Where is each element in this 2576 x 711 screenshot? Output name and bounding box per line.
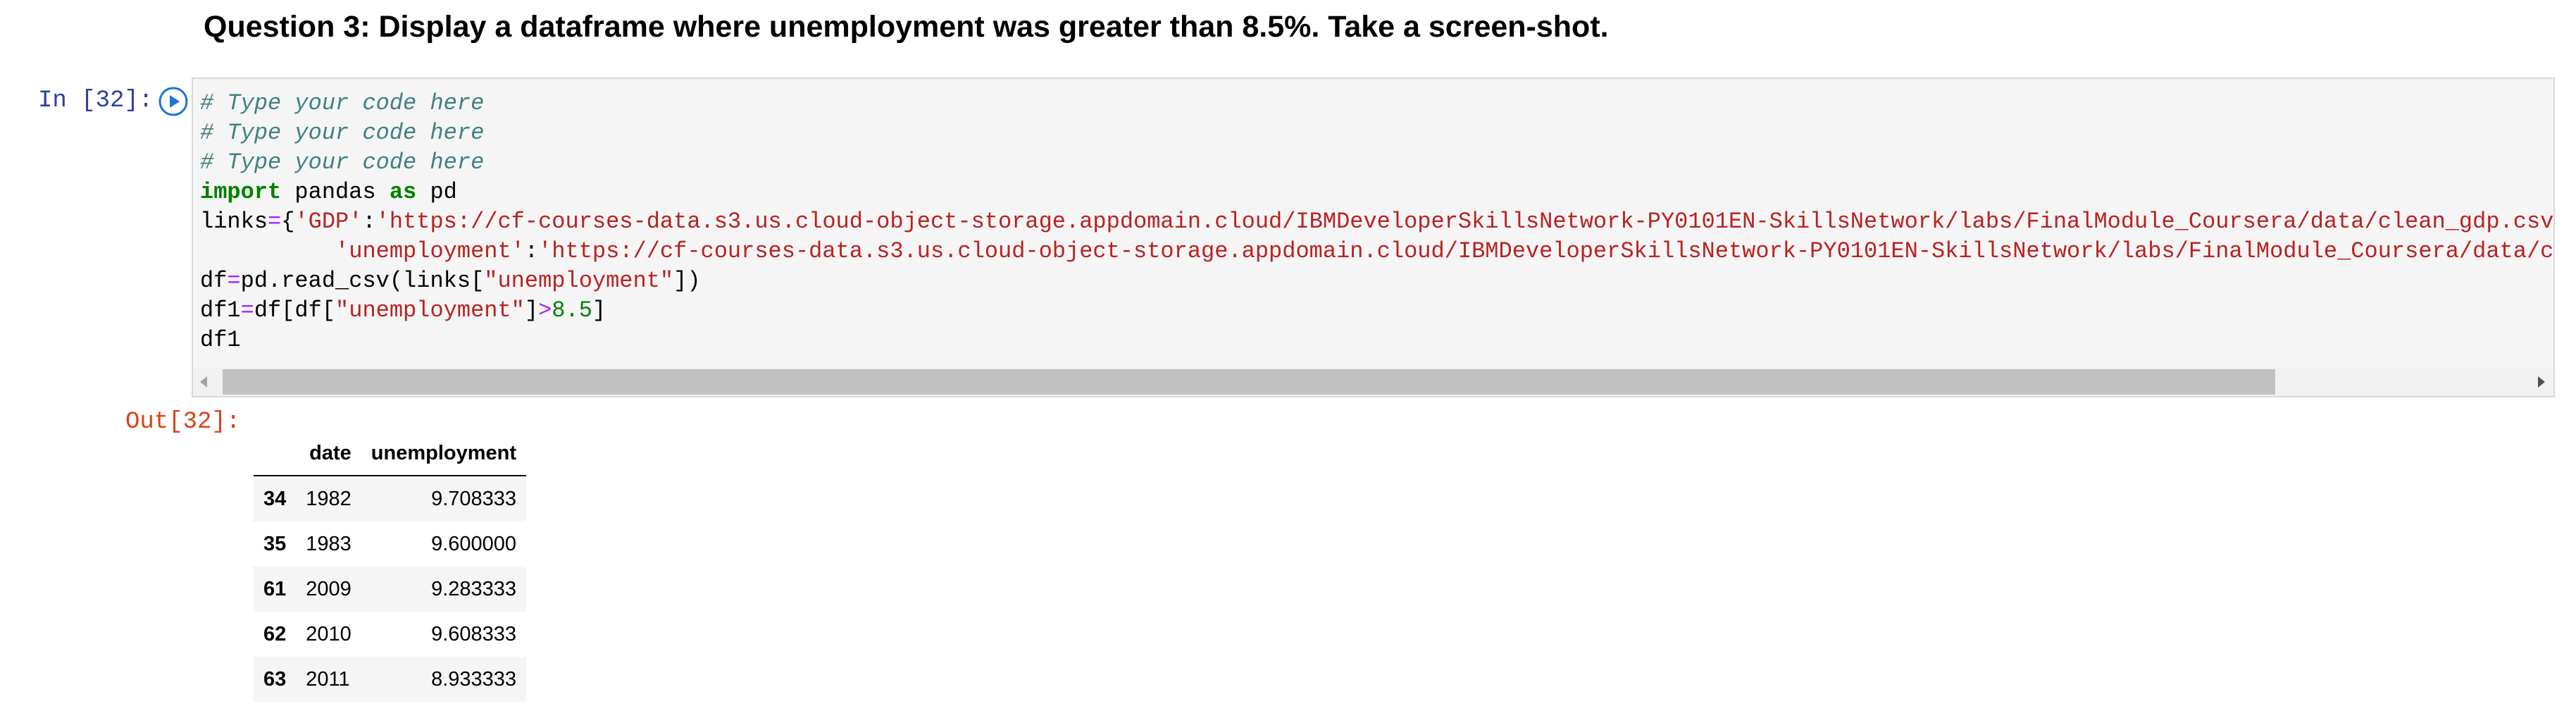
date-cell: 2009 — [306, 577, 351, 600]
code-token: pd.read_csv(links[ — [240, 268, 485, 294]
code-comment: # Type your code here — [200, 120, 485, 146]
code-comment: # Type your code here — [200, 90, 485, 116]
table-row: 34 1982 9.708333 — [254, 476, 527, 521]
question-heading: Question 3: Display a dataframe where un… — [204, 10, 1609, 44]
code-string: 'https://cf-courses-data.s3.us.cloud-obj… — [538, 238, 2555, 264]
scrollbar-thumb[interactable] — [223, 369, 2275, 395]
code-token: df — [200, 268, 228, 294]
code-cell-editor[interactable]: # Type your code here # Type your code h… — [192, 78, 2555, 397]
code-token: : — [524, 238, 539, 264]
code-token: : — [362, 209, 376, 235]
scroll-right-arrow-icon[interactable] — [2538, 376, 2545, 388]
row-index: 61 — [263, 577, 287, 600]
code-token: ]) — [673, 268, 701, 294]
code-keyword: import — [200, 179, 282, 205]
code-comment: # Type your code here — [200, 149, 485, 175]
table-row: 61 2009 9.283333 — [254, 567, 527, 612]
code-token: links — [200, 209, 268, 235]
unemployment-cell: 9.600000 — [431, 532, 517, 555]
code-number: 8.5 — [552, 297, 592, 323]
code-token: pd — [416, 179, 457, 205]
table-row: 63 2011 8.933333 — [254, 657, 527, 702]
unemployment-cell: 9.608333 — [431, 622, 517, 645]
code-token: ] — [524, 297, 539, 323]
code-operator: = — [240, 297, 254, 323]
date-cell: 1982 — [306, 487, 351, 510]
date-cell: 1983 — [306, 532, 351, 555]
code-string: 'unemployment' — [335, 238, 525, 264]
code-token: { — [281, 209, 295, 235]
index-header — [254, 431, 297, 476]
code-token: df1 — [200, 327, 241, 353]
table-row: 62 2010 9.608333 — [254, 612, 526, 657]
code-token: ] — [592, 297, 606, 323]
table-header-row: date unemployment — [254, 431, 527, 476]
code-token: df1 — [200, 297, 241, 323]
code-operator: = — [268, 209, 282, 235]
code-string: "unemployment" — [335, 297, 525, 323]
unemployment-cell: 9.283333 — [431, 577, 517, 600]
column-header-unemployment: unemployment — [361, 431, 527, 476]
row-index: 62 — [263, 622, 287, 645]
code-operator: > — [538, 297, 552, 323]
dataframe-table: date unemployment 34 1982 9.708333 35 19… — [254, 431, 527, 702]
code-operator: = — [227, 268, 241, 294]
run-cell-icon[interactable] — [158, 86, 189, 117]
row-index: 35 — [263, 532, 287, 555]
input-prompt: In [32]: — [38, 87, 154, 114]
code-text[interactable]: # Type your code here # Type your code h… — [200, 89, 2555, 355]
column-header-date: date — [296, 431, 361, 476]
horizontal-scrollbar[interactable] — [193, 368, 2553, 396]
code-string: 'https://cf-courses-data.s3.us.cloud-obj… — [375, 209, 2554, 235]
code-string: "unemployment" — [484, 268, 674, 294]
unemployment-cell: 8.933333 — [431, 667, 517, 691]
scroll-left-arrow-icon[interactable] — [200, 376, 207, 388]
code-keyword: as — [389, 179, 417, 205]
code-token: df[df[ — [254, 297, 336, 323]
unemployment-cell: 9.708333 — [431, 487, 517, 510]
date-cell: 2010 — [306, 622, 351, 645]
table-row: 35 1983 9.600000 — [254, 521, 526, 567]
code-string: 'GDP' — [294, 209, 363, 235]
output-prompt: Out[32]: — [125, 409, 241, 435]
row-index: 34 — [263, 487, 287, 510]
date-cell: 2011 — [306, 667, 350, 691]
row-index: 63 — [263, 667, 287, 691]
code-token: pandas — [281, 179, 390, 205]
